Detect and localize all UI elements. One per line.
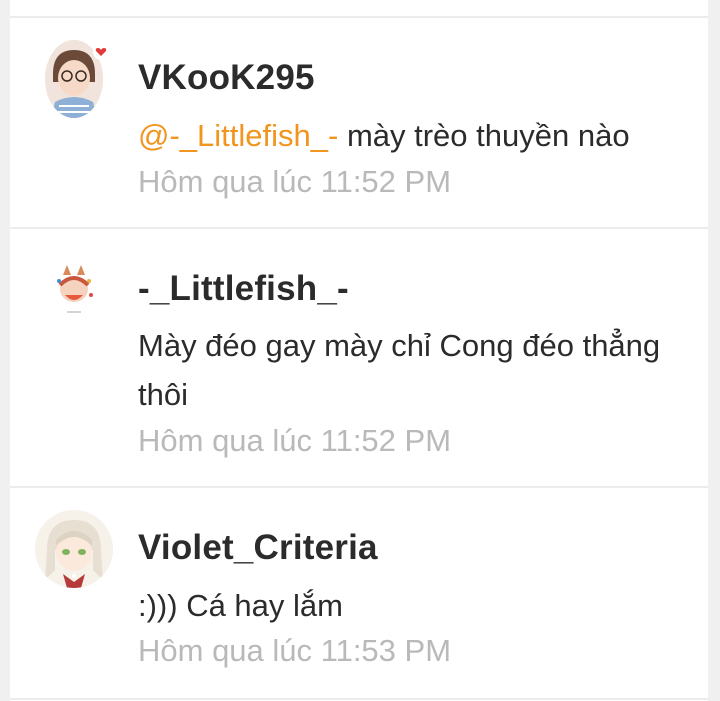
comment-username[interactable]: VKooK295: [138, 58, 315, 98]
avatar-image: [35, 510, 113, 588]
heart-badge-icon: [93, 44, 109, 60]
comment-timestamp: Hôm qua lúc 11:53 PM: [138, 633, 452, 668]
comment-item: Violet_Criteria :))) Cá hay lắm Hôm qua …: [10, 488, 708, 698]
comment-username[interactable]: -_Littlefish_-: [138, 269, 349, 309]
comment-list: VKooK295 @-_Littlefish_- mày trèo thuyền…: [10, 0, 708, 701]
avatar[interactable]: [45, 251, 103, 329]
comment-timestamp: Hôm qua lúc 11:52 PM: [138, 164, 452, 199]
comment-item: VKooK295 @-_Littlefish_- mày trèo thuyền…: [10, 18, 708, 227]
comment-text: Mày đéo gay mày chỉ Cong đéo thẳng thôi: [138, 328, 661, 412]
divider: [10, 698, 708, 700]
comment-text: @-_Littlefish_- mày trèo thuyền nào: [138, 111, 678, 160]
avatar-image: [45, 251, 103, 329]
comment-username[interactable]: Violet_Criteria: [138, 528, 378, 568]
avatar[interactable]: [35, 510, 113, 588]
comment-item: -_Littlefish_- Mày đéo gay mày chỉ Cong …: [10, 229, 708, 486]
comment-text: :))) Cá hay lắm: [138, 588, 343, 623]
comment-timestamp: Hôm qua lúc 11:52 PM: [138, 423, 452, 458]
mention-link[interactable]: @-_Littlefish_-: [138, 118, 338, 153]
comment-message: mày trèo thuyền nào: [338, 118, 630, 153]
